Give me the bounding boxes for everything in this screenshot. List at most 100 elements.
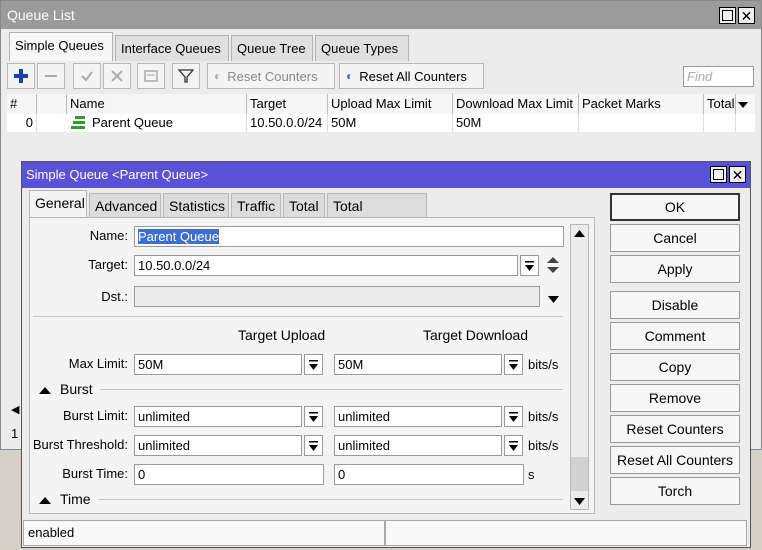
tab-queue-tree[interactable]: Queue Tree [231,35,313,61]
ok-button[interactable]: OK [610,193,740,221]
enable-button[interactable] [73,63,101,89]
row-packet-marks [579,114,704,132]
close-button[interactable]: ✕ [738,7,755,24]
name-label: Name: [89,228,128,243]
check-icon [81,71,93,82]
separator [33,316,563,317]
name-field[interactable]: Parent Queue [134,226,564,247]
cancel-button[interactable]: Cancel [610,224,740,252]
burst-limit-label: Burst Limit: [62,408,128,423]
burst-threshold-upload-field[interactable]: unlimited [134,435,302,456]
queue-icon [71,116,87,133]
reset-all-counters-button[interactable]: ◐ Reset All Counters [339,63,484,89]
dropdown-arrow-icon [525,260,534,271]
burst-limit-download-field[interactable]: unlimited [334,406,502,427]
target-add-remove-icon[interactable] [546,255,560,279]
funnel-icon [178,69,194,83]
reset-all-icon: ◐ [346,69,354,83]
burst-time-download-field[interactable]: 0 [334,464,524,485]
burst-separator [100,389,563,390]
col-upload-max-limit[interactable]: Upload Max Limit [328,94,453,114]
close-icon: ✕ [740,7,753,24]
col-name[interactable]: Name [67,94,247,114]
max-limit-download-dropdown[interactable] [504,354,523,375]
max-limit-upload-dropdown[interactable] [304,354,323,375]
col-download-max-limit[interactable]: Download Max Limit [453,94,579,114]
scroll-thumb[interactable] [571,457,588,491]
burst-threshold-download-dropdown[interactable] [504,435,523,456]
dialog-close-button[interactable]: ✕ [729,166,746,183]
col-packet-marks[interactable]: Packet Marks [579,94,704,114]
comment-button[interactable] [137,63,165,89]
tab-total[interactable]: Total [283,193,325,217]
panel-scrollbar[interactable] [570,224,589,510]
row-upload: 50M [328,114,453,132]
tab-statistics[interactable]: Statistics [163,193,229,217]
row-number: 0 [7,114,37,132]
col-total[interactable]: Total [704,94,736,114]
time-collapse-icon[interactable] [38,493,52,508]
burst-time-upload-field[interactable]: 0 [134,464,324,485]
tab-total-statistics[interactable]: Total Statistics [327,193,427,238]
maximize-button[interactable] [719,7,736,24]
columns-dropdown-icon[interactable] [737,98,749,113]
tab-advanced[interactable]: Advanced [89,193,161,217]
tab-general[interactable]: General [29,190,87,217]
target-dropdown[interactable] [520,255,539,276]
maximize-icon [722,10,733,21]
dropdown-arrow-icon [509,359,518,370]
tab-interface-queues[interactable]: Interface Queues [115,35,229,61]
tab-queue-types[interactable]: Queue Types [315,35,409,61]
time-separator [98,499,563,500]
target-download-header: Target Download [423,327,529,343]
burst-limit-unit: bits/s [528,409,559,424]
maximize-icon [713,169,724,180]
reset-counters-button[interactable]: ◐ Reset Counters [207,63,335,89]
dst-dropdown-icon[interactable] [547,292,560,307]
scroll-left-arrow-icon[interactable]: ◀ [11,403,19,416]
col-flags[interactable] [37,94,67,114]
plus-icon [14,69,28,83]
burst-limit-upload-field[interactable]: unlimited [134,406,302,427]
row-name: Parent Queue [89,114,247,132]
burst-limit-download-dropdown[interactable] [504,406,523,427]
tab-simple-queues[interactable]: Simple Queues [9,32,113,61]
torch-button[interactable]: Torch [610,477,740,505]
copy-button[interactable]: Copy [610,353,740,381]
status-bar: enabled [23,520,385,546]
burst-limit-upload-dropdown[interactable] [304,406,323,427]
window-title: Queue List [7,7,75,23]
table-row[interactable]: 0 Parent Queue 10.50.0.0/24 50M 50M [7,114,755,132]
disable-button[interactable] [103,63,131,89]
burst-threshold-upload-dropdown[interactable] [304,435,323,456]
burst-section-title: Burst [60,381,93,397]
apply-button[interactable]: Apply [610,255,740,283]
max-limit-download-field[interactable]: 50M [334,354,502,375]
reset-all-counters-button[interactable]: Reset All Counters [610,446,740,474]
dialog-maximize-button[interactable] [710,166,727,183]
comment-button[interactable]: Comment [610,322,740,350]
col-number[interactable]: # [7,94,37,114]
scroll-up-icon[interactable] [573,227,586,243]
scroll-down-icon[interactable] [573,495,586,511]
burst-threshold-label: Burst Threshold: [32,437,128,452]
disable-button[interactable]: Disable [610,291,740,319]
add-button[interactable] [7,63,35,89]
row-target: 10.50.0.0/24 [247,114,328,132]
dialog-title: Simple Queue <Parent Queue> [26,167,209,182]
reset-icon: ◐ [214,69,222,83]
find-input[interactable]: Find [683,66,754,87]
remove-button[interactable]: Remove [610,384,740,412]
filter-button[interactable] [172,63,200,89]
col-target[interactable]: Target [247,94,328,114]
reset-counters-button[interactable]: Reset Counters [610,415,740,443]
target-label: Target: [88,257,128,272]
burst-threshold-download-field[interactable]: unlimited [334,435,502,456]
max-limit-unit: bits/s [528,357,559,372]
dst-field[interactable] [134,286,540,307]
remove-button[interactable] [37,63,65,89]
tab-traffic[interactable]: Traffic [231,193,281,217]
target-field[interactable]: 10.50.0.0/24 [134,255,518,276]
max-limit-upload-field[interactable]: 50M [134,354,302,375]
burst-collapse-icon[interactable] [38,383,52,398]
